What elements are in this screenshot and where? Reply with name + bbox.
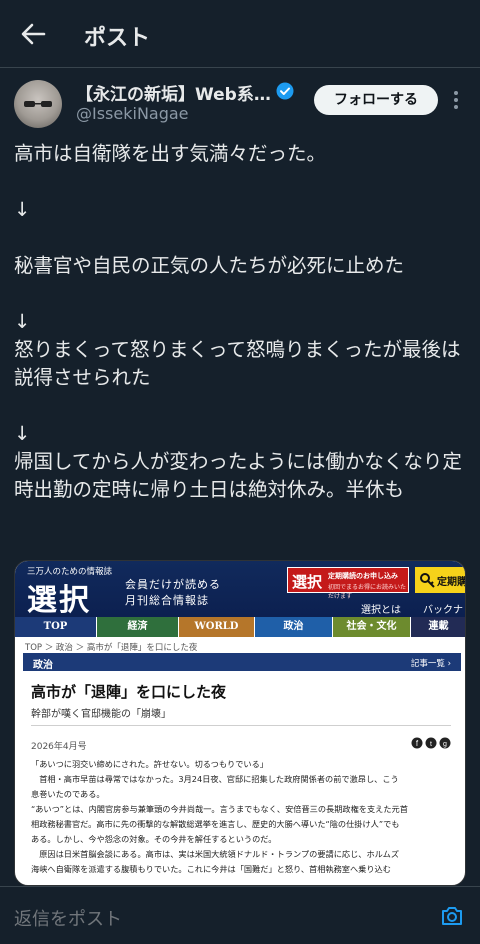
article-body-line: 息巻いたのである。 [31, 789, 105, 799]
svg-text:g: g [443, 741, 447, 748]
page-title: ポスト [84, 26, 151, 51]
subscribe-banner: 選択 定期購読のお申し込み 初回でまるお得にお読みいただけます [287, 567, 409, 600]
article-body-line: 海峡へ自衛隊を派遣する腹積もりでいた。これに今井は「国難だ」と怒り、首相執務室へ… [31, 864, 391, 874]
avatar-glasses-icon [24, 101, 52, 107]
article-body-line: “あいつ”とは、内閣官房参与兼筆頭の今井尚哉一。言うまでもなく、安倍晋三の長期政… [31, 804, 408, 814]
site-nav-tab: TOP [15, 617, 97, 637]
top-bar: ポスト [0, 0, 480, 68]
article-title: 高市が「退陣」を口にした夜 [31, 683, 227, 701]
article-subtitle: 幹部が嘆く官邸機能の「崩壊」 [31, 709, 171, 720]
share-icons: f t g [411, 737, 451, 749]
article-body-line: 相政務秘書官だ。高市に先の衝撃的な解散総選挙を進言し、歴史的大勝へ導いた“陰の仕… [31, 819, 400, 829]
handle[interactable]: @IssekiNagae [76, 104, 189, 123]
svg-text:t: t [430, 741, 432, 748]
article-body: 「あいつに羽交い締めにされた。許せない。切るつもりでいる」 首相・高市早苗は尋常… [31, 757, 455, 877]
reply-input[interactable]: 返信をポスト [14, 905, 122, 931]
subscription-button-label: 定期購 [437, 577, 466, 588]
tweet-text: 高市は自衛隊を出す気満々だった。 ↓ 秘書官や自民の正気の人たちが必死に止めた … [14, 142, 462, 501]
subscribe-banner-logo: 選択 [292, 573, 323, 591]
display-name[interactable]: 【永江の新垢】Web系… [76, 80, 271, 105]
site-nav: TOP 経済 WORLD 政治 社会・文化 連載 [15, 617, 465, 637]
site-logo: 選択 [27, 583, 91, 618]
verified-badge-icon [276, 82, 294, 100]
site-link-about: 選択とは [361, 605, 401, 616]
divider [31, 725, 451, 726]
reply-bar: 返信をポスト [0, 886, 480, 944]
attached-image[interactable]: 三万人のための情報誌 選択 会員だけが読める 月刊総合情報誌 選択 定期購読のお… [14, 560, 466, 886]
site-nav-tab: WORLD [179, 617, 255, 637]
article-body-line: 「あいつに羽交い締めにされた。許せない。切るつもりでいる」 [31, 759, 268, 769]
back-arrow-icon[interactable] [20, 22, 46, 46]
author-row: 【永江の新垢】Web系… @IssekiNagae フォローする [0, 68, 480, 132]
more-options-icon[interactable] [452, 88, 460, 112]
site-slogan-line1: 会員だけが読める [125, 578, 221, 591]
site-nav-tab: 経済 [97, 617, 179, 637]
article-body-line: 原因は日米首脳会談にある。高市は、実は米国大統領ドナルド・トランプの要請に応じ、… [31, 849, 400, 859]
subscribe-banner-line2: 初回でまるお得にお読みいただけます [328, 584, 407, 600]
site-slogan-line2: 月刊総合情報誌 [125, 594, 209, 607]
site-header: 三万人のための情報誌 選択 会員だけが読める 月刊総合情報誌 選択 定期購読のお… [15, 561, 466, 618]
follow-button[interactable]: フォローする [314, 85, 438, 115]
subscribe-banner-line1: 定期購読のお申し込み [328, 572, 398, 580]
key-icon [420, 573, 435, 588]
avatar[interactable] [14, 80, 62, 128]
article-body-line: ある。しかし、今や怨念の対象。その今井を解任するというのだ。 [31, 834, 277, 844]
breadcrumb: TOP ＞ 政治 ＞ 高市が「退陣」を口にした夜 [25, 643, 198, 653]
site-slogan: 会員だけが読める 月刊総合情報誌 [125, 577, 221, 609]
article-date: 2026年4月号 [31, 742, 87, 752]
site-nav-tab: 連載 [411, 617, 465, 637]
section-link: 記事一覧 › [410, 659, 451, 669]
section-bar: 政治 記事一覧 › [23, 653, 461, 671]
article-body-line: 首相・高市早苗は尋常ではなかった。3月24日夜、官邸に招集した政府関係者の前で激… [31, 774, 399, 784]
site-nav-tab: 政治 [255, 617, 333, 637]
site-nav-tab: 社会・文化 [333, 617, 411, 637]
section-label: 政治 [33, 660, 53, 671]
site-link-backnumber: バックナ [423, 605, 463, 616]
subscription-button: 定期購 [415, 567, 466, 593]
camera-icon[interactable] [440, 905, 464, 927]
